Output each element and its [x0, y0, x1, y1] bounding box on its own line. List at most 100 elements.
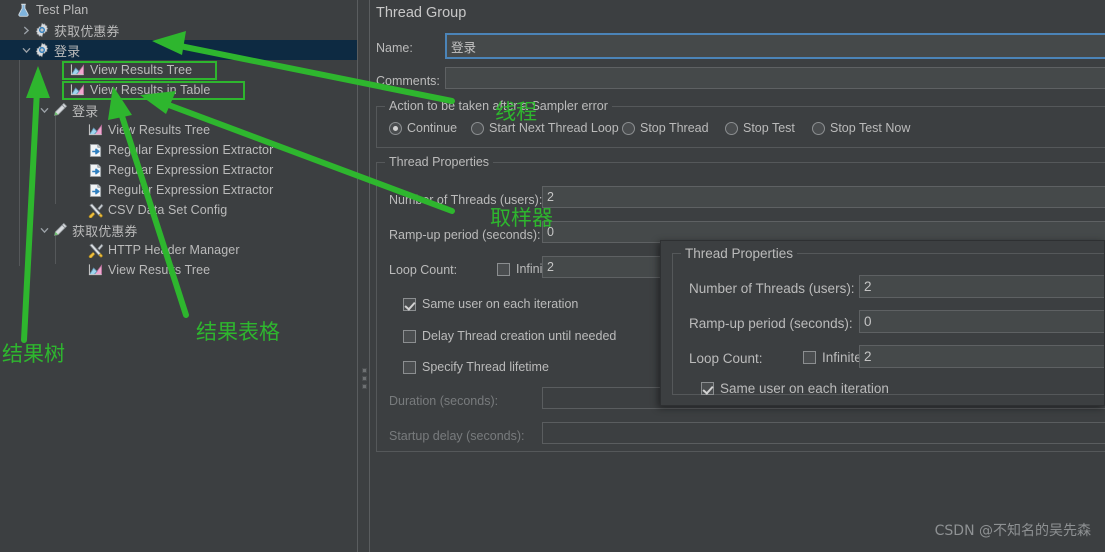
- config-tools-icon: [87, 242, 104, 259]
- tree-node[interactable]: 登录: [0, 40, 357, 60]
- tree-node[interactable]: View Results Tree: [0, 260, 357, 280]
- annotation-label-results-tree: 结果树: [2, 342, 65, 366]
- radio-mark[interactable]: [471, 121, 484, 135]
- extractor-icon: [87, 142, 104, 159]
- thread-option-checkbox[interactable]: Delay Thread creation until needed: [403, 329, 616, 343]
- overlay-same-user-checkbox-mark[interactable]: [701, 382, 714, 395]
- tree-node-label: Test Plan: [36, 3, 89, 17]
- overlay-infinite-checkbox-label: Infinite: [822, 350, 862, 365]
- radio-mark[interactable]: [389, 121, 402, 135]
- splitter-grip-dot: [362, 376, 367, 381]
- annotation-highlight-box: [62, 61, 217, 80]
- tree-node[interactable]: View Results Tree: [0, 120, 357, 140]
- error-action-radio-label: Continue: [407, 121, 458, 135]
- sampler-icon: [51, 102, 68, 119]
- tree-node[interactable]: HTTP Header Manager: [0, 240, 357, 260]
- error-action-radio[interactable]: Stop Test Now: [812, 121, 910, 135]
- config-tools-icon: [87, 202, 104, 219]
- startup-delay-label: Startup delay (seconds):: [389, 429, 525, 443]
- annotation-label-sampler: 取样器: [490, 206, 553, 230]
- tree-node-label: 获取优惠券: [72, 223, 138, 239]
- flask-icon: [15, 2, 32, 19]
- tree-node[interactable]: CSV Data Set Config: [0, 200, 357, 220]
- error-action-radio-label: Stop Test Now: [830, 121, 911, 135]
- error-action-radio-label: Stop Test: [743, 121, 795, 135]
- duration-label: Duration (seconds):: [389, 394, 499, 408]
- sampler-icon: [51, 222, 68, 239]
- radio-mark[interactable]: [725, 121, 738, 135]
- tree-node-label: Regular Expression Extractor: [108, 143, 274, 157]
- results-tree-icon: [87, 262, 104, 279]
- thread-properties-zoom-overlay: Thread Properties Number of Threads (use…: [660, 240, 1105, 406]
- tree-expand-toggle[interactable]: [38, 220, 51, 240]
- tree-expand-toggle: [2, 0, 15, 20]
- number-of-threads-input[interactable]: 2: [542, 186, 1105, 208]
- tree-node-label: View Results Tree: [108, 263, 211, 277]
- radio-mark[interactable]: [622, 121, 635, 135]
- overlay-same-user-checkbox[interactable]: Same user on each iteration: [701, 381, 889, 396]
- overlay-ramp-up-period-input[interactable]: 0: [859, 310, 1104, 333]
- tree-node[interactable]: 登录: [0, 100, 357, 120]
- error-action-radio-label: Stop Thread: [640, 121, 709, 135]
- tree-node[interactable]: 获取优惠券: [0, 20, 357, 40]
- annotation-label-results-table: 结果表格: [196, 320, 280, 344]
- gear-icon: [33, 42, 50, 59]
- tree-node[interactable]: Regular Expression Extractor: [0, 180, 357, 200]
- tree-node[interactable]: 获取优惠券: [0, 220, 357, 240]
- tree-expand-toggle[interactable]: [20, 40, 33, 60]
- tree-node-label: Regular Expression Extractor: [108, 163, 274, 177]
- tree-node-label: 登录: [72, 103, 99, 119]
- tree-expand-toggle: [74, 240, 87, 260]
- infinite-checkbox-mark[interactable]: [497, 262, 510, 276]
- overlay-group-title: Thread Properties: [681, 246, 798, 261]
- splitter-grip-dot: [362, 384, 367, 389]
- checkbox-mark[interactable]: [403, 360, 416, 374]
- thread-option-checkbox[interactable]: Same user on each iteration: [403, 297, 578, 311]
- tree-expand-toggle[interactable]: [20, 20, 33, 40]
- tree-node-label: View Results Tree: [108, 123, 211, 137]
- tree-expand-toggle: [74, 260, 87, 280]
- annotation-highlight-box: [62, 81, 246, 100]
- tree-expand-toggle[interactable]: [38, 100, 51, 120]
- error-action-radio[interactable]: Continue: [389, 121, 457, 135]
- error-action-radio[interactable]: Stop Thread: [622, 121, 709, 135]
- checkbox-mark[interactable]: [403, 297, 416, 311]
- watermark: CSDN @不知名的吴先森: [934, 523, 1091, 539]
- jmeter-window: Test Plan 获取优惠券 登录 View Results Tree View Re…: [0, 0, 1105, 552]
- thread-option-checkbox[interactable]: Specify Thread lifetime: [403, 360, 549, 374]
- extractor-icon: [87, 162, 104, 179]
- annotation-label-thread: 线程: [495, 100, 537, 124]
- overlay-number-of-threads-label: Number of Threads (users):: [689, 281, 855, 296]
- splitter-grip-dot: [362, 368, 367, 373]
- overlay-thread-properties-group: Thread Properties Number of Threads (use…: [672, 246, 1104, 396]
- name-label: Name:: [376, 41, 413, 55]
- panel-splitter[interactable]: [357, 0, 370, 552]
- page-title: Thread Group: [376, 5, 467, 21]
- thread-option-checkbox-label: Delay Thread creation until needed: [422, 329, 617, 343]
- gear-icon: [33, 22, 50, 39]
- overlay-ramp-up-period-label: Ramp-up period (seconds):: [689, 316, 853, 331]
- overlay-loop-count-input[interactable]: 2: [859, 345, 1104, 368]
- overlay-number-of-threads-input[interactable]: 2: [859, 275, 1104, 298]
- name-input[interactable]: 登录: [445, 33, 1105, 59]
- tree-node[interactable]: Test Plan: [0, 0, 357, 20]
- tree-node[interactable]: Regular Expression Extractor: [0, 140, 357, 160]
- tree-node-label: HTTP Header Manager: [108, 243, 240, 257]
- radio-mark[interactable]: [812, 121, 825, 135]
- tree-node-label: 登录: [54, 43, 81, 59]
- results-tree-icon: [87, 122, 104, 139]
- error-action-radio[interactable]: Start Next Thread Loop: [471, 121, 619, 135]
- tree-expand-toggle: [74, 200, 87, 220]
- checkbox-mark[interactable]: [403, 329, 416, 343]
- comments-input[interactable]: [445, 67, 1105, 89]
- tree-node[interactable]: Regular Expression Extractor: [0, 160, 357, 180]
- tree-expand-toggle: [74, 160, 87, 180]
- sampler-error-action-group: Action to be taken after a Sampler error…: [376, 99, 1105, 148]
- overlay-infinite-checkbox[interactable]: Infinite: [803, 350, 862, 365]
- startup-delay-input[interactable]: [542, 422, 1105, 444]
- overlay-infinite-checkbox-mark[interactable]: [803, 351, 816, 364]
- overlay-loop-count-label: Loop Count:: [689, 351, 763, 366]
- overlay-same-user-checkbox-label: Same user on each iteration: [720, 381, 889, 396]
- tree-node-label: Regular Expression Extractor: [108, 183, 274, 197]
- error-action-radio[interactable]: Stop Test: [725, 121, 795, 135]
